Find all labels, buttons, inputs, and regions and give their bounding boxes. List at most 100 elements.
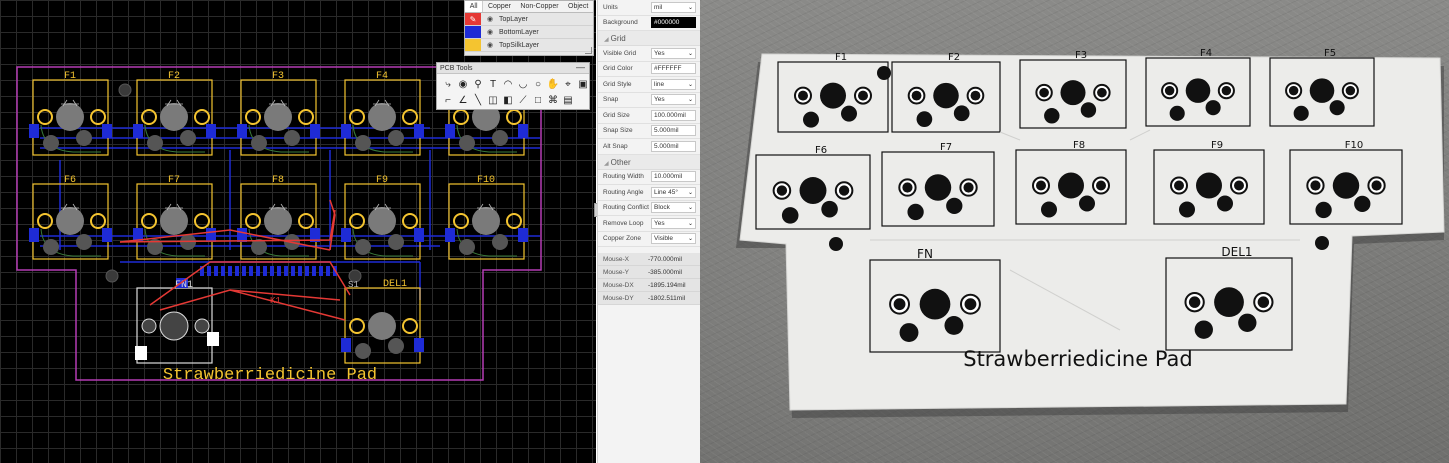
collapse-triangle-icon: ◢ bbox=[604, 160, 609, 167]
pcb-tools-title: PCB Tools bbox=[440, 65, 473, 72]
via-icon[interactable]: ⚲ bbox=[471, 76, 485, 92]
grid-color-input[interactable]: #FFFFFF bbox=[651, 63, 696, 75]
tab-copper[interactable]: Copper bbox=[483, 1, 515, 12]
prop-label: Copper Zone bbox=[603, 235, 641, 243]
snap-select[interactable]: Yes ⌄ bbox=[651, 94, 696, 106]
alt-snap-input[interactable]: 5.000mil bbox=[651, 140, 696, 152]
text-icon[interactable]: T bbox=[486, 76, 500, 92]
pin-hole bbox=[1238, 313, 1257, 332]
layer-color-swatch[interactable] bbox=[465, 26, 481, 38]
copper-zone-select[interactable]: Visible ⌄ bbox=[651, 233, 696, 245]
readout-mouse-y: Mouse-Y -385.000mil bbox=[598, 266, 700, 279]
tab-object[interactable]: Object bbox=[563, 1, 593, 12]
tab-non-copper[interactable]: Non-Copper bbox=[516, 1, 564, 12]
copper-area-icon[interactable]: ◫ bbox=[486, 92, 500, 108]
rectangle-icon[interactable]: □ bbox=[531, 92, 545, 108]
minimize-button[interactable]: — bbox=[576, 62, 585, 73]
prop-row-background: Background #000000 bbox=[598, 16, 700, 31]
eye-icon[interactable]: ◉ bbox=[485, 41, 495, 49]
dimension-icon[interactable]: ⌖ bbox=[561, 76, 575, 92]
routing-angle-select[interactable]: Line 45° ⌄ bbox=[651, 186, 696, 198]
eye-icon[interactable]: ◉ bbox=[485, 28, 495, 36]
rect-corner-icon[interactable]: ⌐ bbox=[441, 92, 455, 108]
solid-region-icon[interactable]: ◧ bbox=[501, 92, 515, 108]
tab-all[interactable]: All bbox=[465, 1, 484, 12]
pin-hole bbox=[781, 207, 799, 224]
mounting-hole bbox=[877, 66, 891, 80]
chevron-down-icon: ⌄ bbox=[687, 4, 693, 11]
pin-hole bbox=[355, 239, 371, 255]
routing-width-input[interactable]: 10.000mil bbox=[651, 171, 696, 183]
mounting-hole bbox=[1315, 236, 1329, 250]
section-title: Grid bbox=[610, 34, 626, 43]
smd-pad bbox=[341, 338, 351, 352]
plated-hole bbox=[349, 213, 365, 229]
photo-icon[interactable]: ▤ bbox=[561, 92, 575, 108]
board-outline-icon[interactable]: ⌘ bbox=[546, 92, 560, 108]
remove-loop-select[interactable]: Yes ⌄ bbox=[651, 217, 696, 229]
background-color-input[interactable]: #000000 bbox=[651, 17, 696, 29]
pcb-canvas[interactable]: F1F2F3F4F5F6F7F8F9F10FN1DEL1S1K1Strawber… bbox=[0, 0, 596, 463]
track-icon[interactable]: ⤷ bbox=[441, 76, 455, 92]
center-hole bbox=[264, 103, 292, 131]
arc-center-icon[interactable]: ◡ bbox=[516, 76, 530, 92]
layer-row-topsilklayer[interactable]: ◉ TopSilkLayer bbox=[465, 39, 593, 52]
angle-icon[interactable]: ∠ bbox=[456, 92, 470, 108]
line-icon[interactable]: ╲ bbox=[471, 92, 485, 108]
center-hole bbox=[159, 311, 189, 341]
bottom-pad bbox=[319, 266, 323, 276]
prop-row-grid-color: Grid Color #FFFFFF bbox=[598, 62, 700, 77]
pcb-tools-panel: PCB Tools — ⤷ ◉ ⚲ T ◠ ◡ ○ ✋ ⌖ ▣ ⌐ ∠ ╲ ◫ ◧ ⟋ □ ⌘ ▤ bbox=[436, 62, 590, 110]
layer-color-swatch[interactable] bbox=[465, 39, 481, 51]
plated-hole bbox=[194, 213, 210, 229]
smd-pad bbox=[310, 124, 320, 138]
layer-row-bottomlayer[interactable]: ◉ BottomLayer bbox=[465, 26, 593, 39]
chevron-down-icon: ⌄ bbox=[687, 220, 693, 227]
board-photo: F1 F2 F3 F4 F5 F6 F7 F8 F9 F10 FN DEL1 Strawberriedi… bbox=[700, 0, 1449, 463]
center-hole bbox=[160, 207, 188, 235]
top-trace bbox=[159, 289, 346, 321]
center-hole bbox=[368, 103, 396, 131]
eye-icon[interactable]: ◉ bbox=[485, 15, 495, 23]
pin-hole bbox=[1217, 195, 1233, 212]
readout-mouse-x: Mouse-X -770.000mil bbox=[598, 253, 700, 266]
prop-label: Routing Width bbox=[603, 173, 644, 181]
section-header-grid[interactable]: ◢ Grid bbox=[598, 31, 700, 46]
pin-hole bbox=[43, 239, 59, 255]
image-icon[interactable]: ▣ bbox=[576, 76, 590, 92]
key-footprint-f4: F4 bbox=[341, 71, 424, 156]
center-hole bbox=[56, 207, 84, 235]
center-hole bbox=[1214, 287, 1244, 318]
resize-grip-icon[interactable] bbox=[585, 47, 592, 54]
pencil-icon[interactable]: ✎ bbox=[465, 13, 481, 25]
center-hole bbox=[1185, 78, 1211, 103]
pin-hole bbox=[1080, 102, 1097, 118]
plated-hole-inner bbox=[1371, 180, 1382, 191]
grid-size-input[interactable]: 100.000mil bbox=[651, 109, 696, 121]
center-hole bbox=[1196, 172, 1222, 199]
prop-label: Routing Conflict bbox=[603, 204, 649, 212]
pad-icon[interactable]: ◉ bbox=[456, 76, 470, 92]
snap-size-input[interactable]: 5.000mil bbox=[651, 125, 696, 137]
circle-icon[interactable]: ○ bbox=[531, 76, 545, 92]
grid-style-select[interactable]: line ⌄ bbox=[651, 78, 696, 90]
hand-icon[interactable]: ✋ bbox=[546, 76, 560, 92]
visible-grid-select[interactable]: Yes ⌄ bbox=[651, 47, 696, 59]
readout-label: Mouse-DY bbox=[603, 294, 634, 302]
key-label: F1 bbox=[64, 71, 76, 82]
pcb-tools-title-bar[interactable]: PCB Tools — bbox=[437, 62, 589, 74]
arc-icon[interactable]: ◠ bbox=[501, 76, 515, 92]
prop-value-text: Yes bbox=[654, 219, 665, 227]
pin-hole bbox=[388, 338, 404, 354]
measure-icon[interactable]: ⟋ bbox=[516, 92, 530, 108]
center-hole bbox=[264, 207, 292, 235]
routing-conflict-select[interactable]: Block ⌄ bbox=[651, 202, 696, 214]
readout-label: Mouse-Y bbox=[603, 268, 630, 276]
section-header-other[interactable]: ◢ Other bbox=[598, 154, 700, 170]
plated-hole-inner bbox=[1310, 180, 1321, 191]
center-hole bbox=[1332, 172, 1360, 199]
plated-hole-inner bbox=[798, 90, 808, 101]
units-select[interactable]: mil ⌄ bbox=[651, 1, 696, 13]
pin-hole bbox=[1169, 105, 1185, 121]
layer-row-toplayer[interactable]: ✎ ◉ TopLayer bbox=[465, 13, 593, 26]
